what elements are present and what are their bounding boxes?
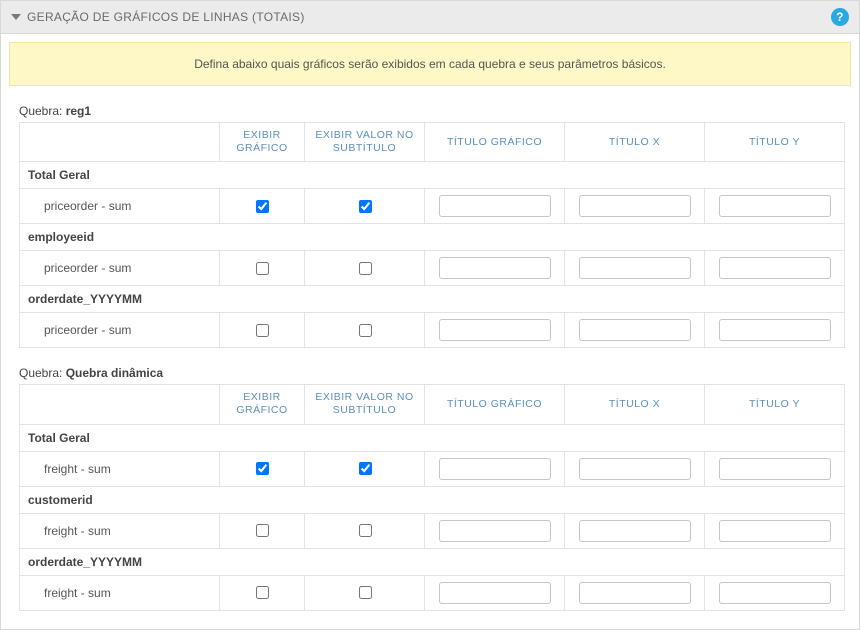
field-label: freight - sum xyxy=(20,451,220,486)
y-title-input[interactable] xyxy=(719,319,831,341)
chart-title-input[interactable] xyxy=(439,582,551,604)
show-chart-checkbox[interactable] xyxy=(256,462,269,475)
content-area: Quebra: reg1 EXIBIR GRÁFICO EXIBIR VALOR… xyxy=(1,104,859,629)
show-subtitle-checkbox[interactable] xyxy=(359,462,372,475)
col-blank xyxy=(20,123,220,162)
chart-title-input[interactable] xyxy=(439,520,551,542)
show-subtitle-checkbox[interactable] xyxy=(359,262,372,275)
show-chart-checkbox[interactable] xyxy=(256,200,269,213)
y-title-input[interactable] xyxy=(719,520,831,542)
col-exibir-grafico: EXIBIR GRÁFICO xyxy=(220,123,305,162)
section-title: employeeid xyxy=(20,224,845,251)
section-row: Total Geral xyxy=(20,424,845,451)
x-title-input[interactable] xyxy=(579,257,691,279)
y-title-input[interactable] xyxy=(719,257,831,279)
section-row: orderdate_YYYYMM xyxy=(20,548,845,575)
quebra-label: Quebra: xyxy=(19,104,62,118)
x-title-input[interactable] xyxy=(579,195,691,217)
table-header-row: EXIBIR GRÁFICO EXIBIR VALOR NO SUBTÍTULO… xyxy=(20,385,845,424)
section-title: Total Geral xyxy=(20,424,845,451)
chart-title-input[interactable] xyxy=(439,319,551,341)
chart-config-table: EXIBIR GRÁFICO EXIBIR VALOR NO SUBTÍTULO… xyxy=(19,384,845,610)
col-titulo-grafico: TÍTULO GRÁFICO xyxy=(425,385,565,424)
info-banner: Defina abaixo quais gráficos serão exibi… xyxy=(9,42,851,86)
section-row: orderdate_YYYYMM xyxy=(20,286,845,313)
col-titulo-y: TÍTULO Y xyxy=(705,385,845,424)
table-row: freight - sum xyxy=(20,513,845,548)
panel-header: GERAÇÃO DE GRÁFICOS DE LINHAS (TOTAIS) ? xyxy=(1,1,859,34)
show-chart-checkbox[interactable] xyxy=(256,324,269,337)
x-title-input[interactable] xyxy=(579,582,691,604)
show-subtitle-checkbox[interactable] xyxy=(359,586,372,599)
quebra-block: Quebra: reg1 EXIBIR GRÁFICO EXIBIR VALOR… xyxy=(19,104,841,348)
info-banner-text: Defina abaixo quais gráficos serão exibi… xyxy=(194,57,666,71)
y-title-input[interactable] xyxy=(719,582,831,604)
field-label: freight - sum xyxy=(20,575,220,610)
table-row: priceorder - sum xyxy=(20,313,845,348)
col-titulo-y: TÍTULO Y xyxy=(705,123,845,162)
col-titulo-x: TÍTULO X xyxy=(565,123,705,162)
show-chart-checkbox[interactable] xyxy=(256,586,269,599)
show-subtitle-checkbox[interactable] xyxy=(359,200,372,213)
show-subtitle-checkbox[interactable] xyxy=(359,524,372,537)
field-label: priceorder - sum xyxy=(20,251,220,286)
panel: GERAÇÃO DE GRÁFICOS DE LINHAS (TOTAIS) ?… xyxy=(0,0,860,630)
section-row: customerid xyxy=(20,486,845,513)
chart-config-table: EXIBIR GRÁFICO EXIBIR VALOR NO SUBTÍTULO… xyxy=(19,122,845,348)
show-chart-checkbox[interactable] xyxy=(256,524,269,537)
quebra-name: Quebra dinâmica xyxy=(66,366,163,380)
quebra-line: Quebra: reg1 xyxy=(19,104,841,118)
field-label: priceorder - sum xyxy=(20,313,220,348)
col-titulo-x: TÍTULO X xyxy=(565,385,705,424)
show-chart-checkbox[interactable] xyxy=(256,262,269,275)
chart-title-input[interactable] xyxy=(439,195,551,217)
table-row: freight - sum xyxy=(20,575,845,610)
chart-title-input[interactable] xyxy=(439,257,551,279)
y-title-input[interactable] xyxy=(719,195,831,217)
collapse-icon[interactable] xyxy=(11,14,21,20)
x-title-input[interactable] xyxy=(579,319,691,341)
x-title-input[interactable] xyxy=(579,520,691,542)
col-exibir-valor: EXIBIR VALOR NO SUBTÍTULO xyxy=(305,123,425,162)
chart-title-input[interactable] xyxy=(439,458,551,480)
help-icon[interactable]: ? xyxy=(831,8,849,26)
col-titulo-grafico: TÍTULO GRÁFICO xyxy=(425,123,565,162)
quebra-name: reg1 xyxy=(66,104,91,118)
field-label: freight - sum xyxy=(20,513,220,548)
quebra-label: Quebra: xyxy=(19,366,62,380)
table-header-row: EXIBIR GRÁFICO EXIBIR VALOR NO SUBTÍTULO… xyxy=(20,123,845,162)
panel-title: GERAÇÃO DE GRÁFICOS DE LINHAS (TOTAIS) xyxy=(27,10,305,24)
table-row: priceorder - sum xyxy=(20,189,845,224)
show-subtitle-checkbox[interactable] xyxy=(359,324,372,337)
quebra-line: Quebra: Quebra dinâmica xyxy=(19,366,841,380)
section-title: orderdate_YYYYMM xyxy=(20,548,845,575)
col-blank xyxy=(20,385,220,424)
section-title: orderdate_YYYYMM xyxy=(20,286,845,313)
section-row: employeeid xyxy=(20,224,845,251)
section-title: Total Geral xyxy=(20,162,845,189)
section-title: customerid xyxy=(20,486,845,513)
x-title-input[interactable] xyxy=(579,458,691,480)
field-label: priceorder - sum xyxy=(20,189,220,224)
col-exibir-valor: EXIBIR VALOR NO SUBTÍTULO xyxy=(305,385,425,424)
section-row: Total Geral xyxy=(20,162,845,189)
table-row: priceorder - sum xyxy=(20,251,845,286)
quebra-block: Quebra: Quebra dinâmica EXIBIR GRÁFICO E… xyxy=(19,366,841,610)
table-row: freight - sum xyxy=(20,451,845,486)
y-title-input[interactable] xyxy=(719,458,831,480)
col-exibir-grafico: EXIBIR GRÁFICO xyxy=(220,385,305,424)
